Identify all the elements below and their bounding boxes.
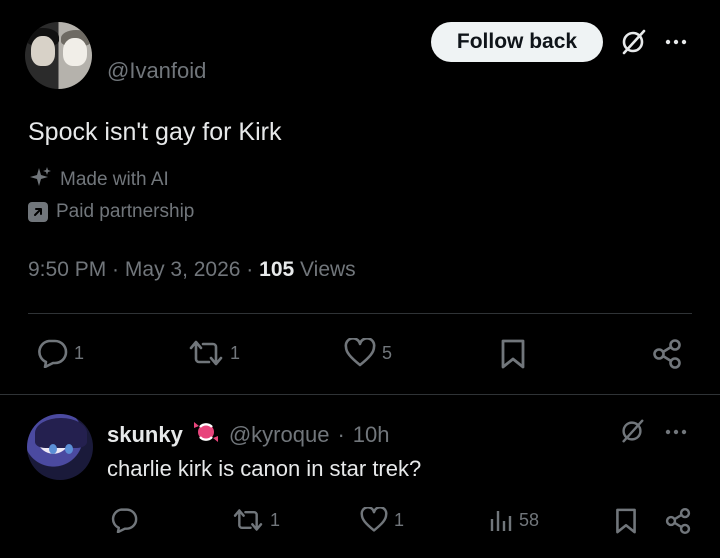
made-with-ai-label[interactable]: Made with AI bbox=[28, 166, 169, 194]
reply-reply-button[interactable] bbox=[110, 507, 144, 533]
avatar-eye bbox=[65, 444, 73, 454]
views-label: Views bbox=[300, 258, 356, 281]
bookmark-icon bbox=[614, 507, 638, 535]
reply-views-button[interactable]: 58 bbox=[489, 507, 539, 533]
reply-bookmark-button[interactable] bbox=[614, 507, 638, 535]
post-time[interactable]: 9:50 PM bbox=[28, 258, 106, 281]
paid-partnership-label[interactable]: Paid partnership bbox=[28, 201, 194, 223]
repost-icon bbox=[188, 338, 224, 368]
heart-icon bbox=[360, 507, 388, 533]
reply-text: charlie kirk is canon in star trek? bbox=[107, 456, 422, 481]
reply-icon bbox=[36, 338, 68, 368]
views-icon bbox=[489, 507, 513, 533]
avatar-face-right bbox=[63, 38, 87, 66]
repost-button[interactable]: 1 bbox=[188, 338, 240, 368]
reply-header: skunky @kyroque · 10h bbox=[107, 418, 389, 452]
divider bbox=[28, 313, 692, 314]
more-icon[interactable] bbox=[664, 32, 688, 52]
reply-repost-button[interactable]: 1 bbox=[232, 507, 280, 533]
reply-age[interactable]: 10h bbox=[353, 422, 390, 448]
reply-like-button[interactable]: 1 bbox=[360, 507, 404, 533]
made-with-ai-text: Made with AI bbox=[60, 169, 169, 190]
post-date[interactable]: May 3, 2026 bbox=[125, 258, 241, 281]
bookmark-icon bbox=[499, 338, 527, 370]
divider bbox=[0, 394, 720, 395]
share-icon bbox=[664, 507, 692, 535]
author-handle[interactable]: @Ivanfoid bbox=[107, 58, 206, 84]
candy-badge-icon bbox=[191, 418, 221, 452]
post-text: Spock isn't gay for Kirk bbox=[28, 118, 282, 146]
share-icon bbox=[651, 338, 683, 370]
like-button[interactable]: 5 bbox=[344, 338, 392, 368]
reply-icon bbox=[110, 507, 138, 533]
reply-views-count: 58 bbox=[519, 509, 540, 530]
reply-display-name[interactable]: skunky bbox=[107, 422, 183, 448]
repost-icon bbox=[232, 507, 264, 533]
repost-count: 1 bbox=[230, 342, 241, 363]
share-button[interactable] bbox=[651, 338, 683, 370]
heart-icon bbox=[344, 338, 376, 368]
reply-repost-count: 1 bbox=[270, 509, 281, 530]
grok-icon[interactable] bbox=[618, 27, 648, 57]
arrow-up-right-icon bbox=[28, 202, 48, 222]
reply-author-avatar[interactable] bbox=[27, 414, 93, 480]
more-icon[interactable] bbox=[664, 422, 688, 442]
reply-handle[interactable]: @kyroque bbox=[229, 422, 330, 448]
post-timestamp: 9:50 PM · May 3, 2026 · 105 Views bbox=[28, 258, 356, 281]
reply-button[interactable]: 1 bbox=[36, 338, 84, 368]
views-count: 105 bbox=[259, 258, 295, 281]
avatar-eye bbox=[49, 444, 57, 454]
follow-back-button[interactable]: Follow back bbox=[431, 22, 603, 62]
avatar-face-left bbox=[31, 36, 55, 66]
avatar-hair bbox=[35, 418, 87, 448]
bookmark-button[interactable] bbox=[499, 338, 527, 370]
reply-share-button[interactable] bbox=[664, 507, 692, 535]
reply-count: 1 bbox=[74, 342, 85, 363]
reply-like-count: 1 bbox=[394, 509, 405, 530]
sparkle-icon bbox=[28, 166, 52, 194]
author-avatar[interactable] bbox=[25, 22, 92, 89]
paid-partnership-text: Paid partnership bbox=[56, 201, 195, 222]
like-count: 5 bbox=[382, 342, 393, 363]
grok-icon[interactable] bbox=[618, 417, 646, 445]
